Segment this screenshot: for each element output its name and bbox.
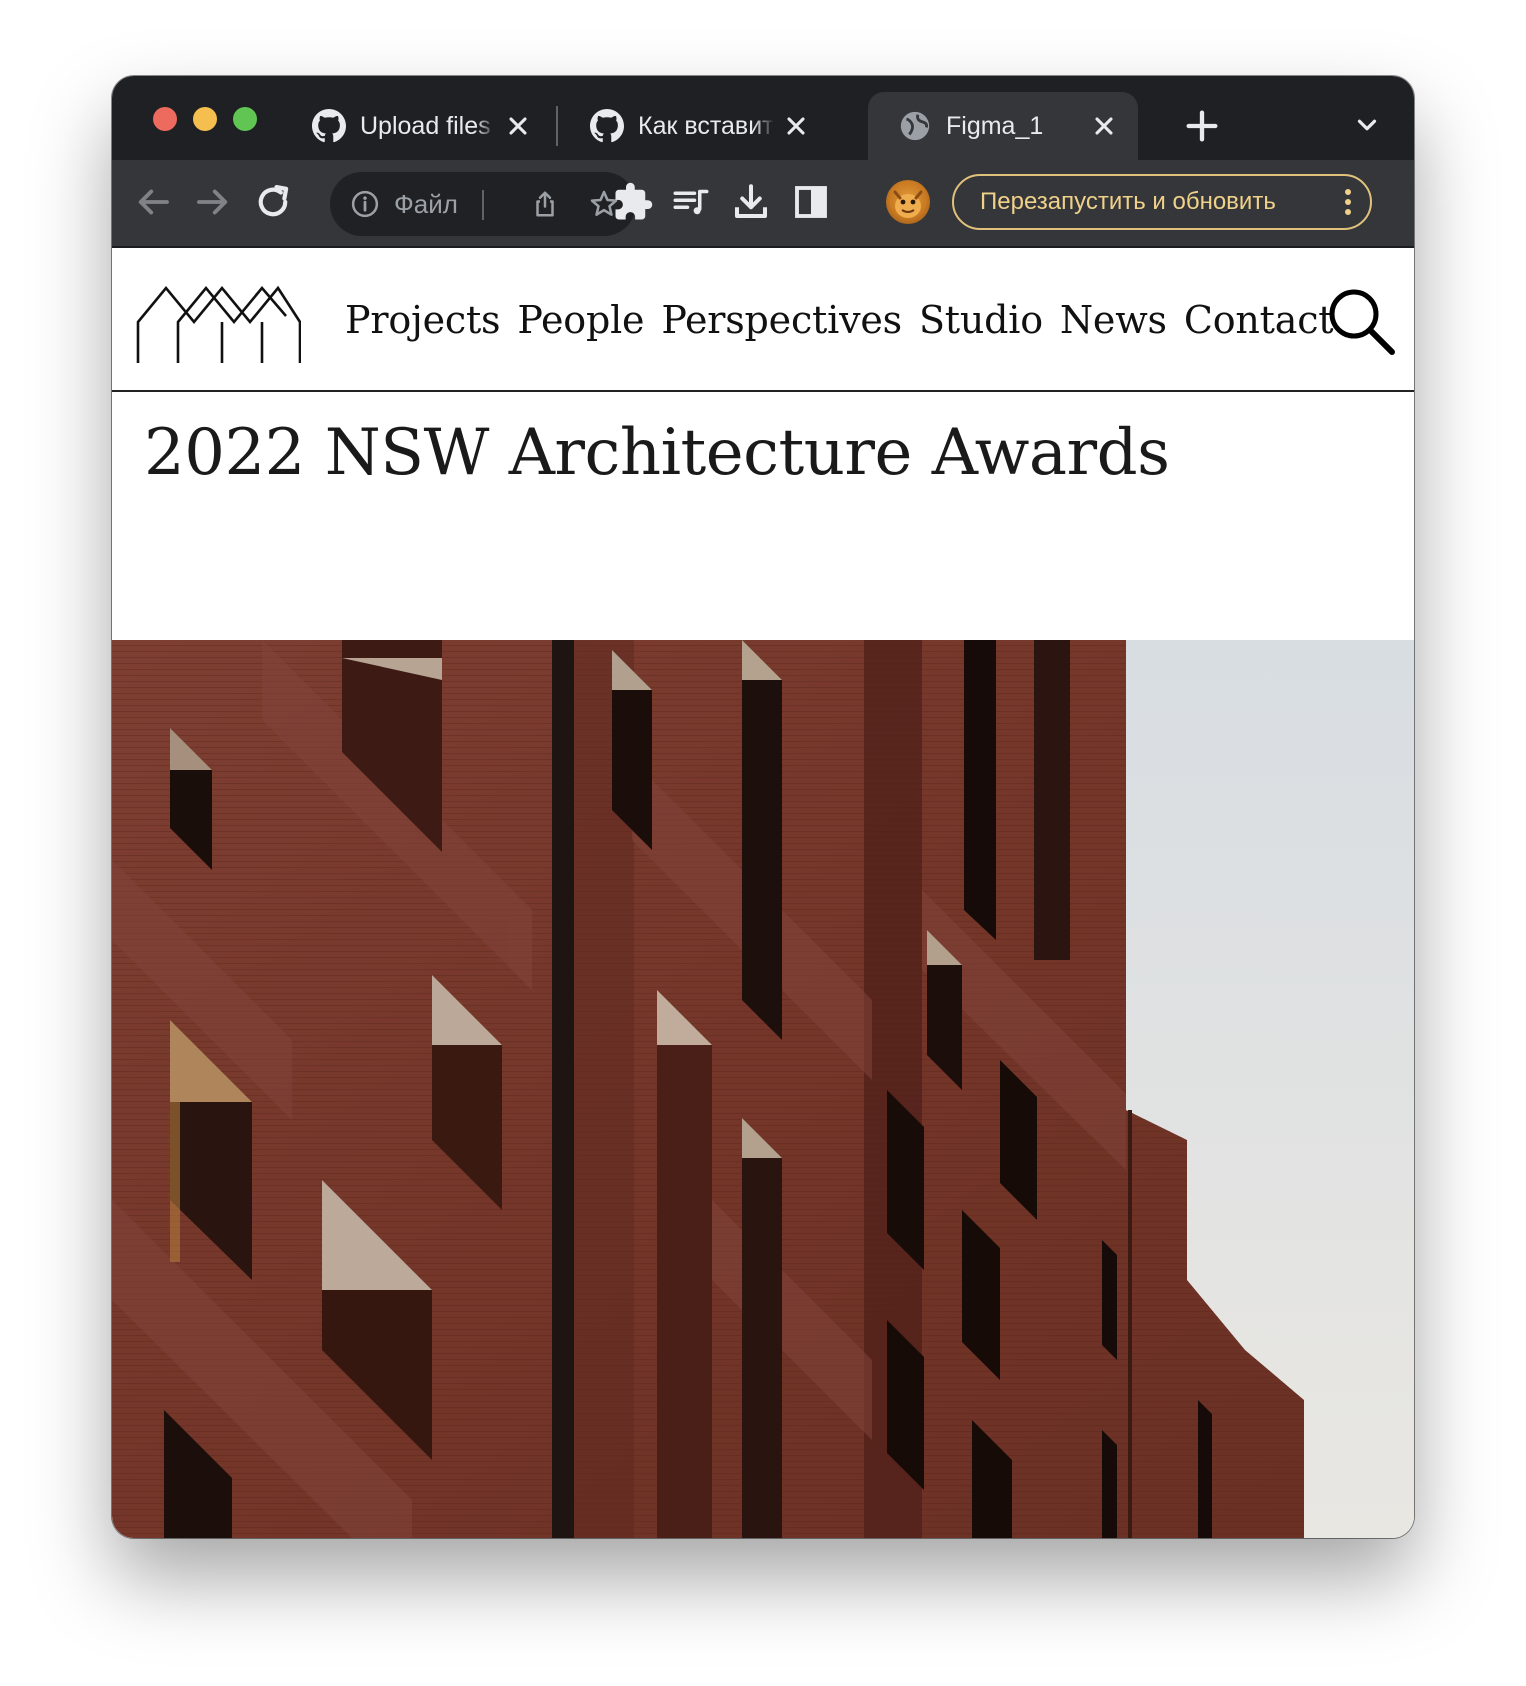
github-icon <box>590 109 624 143</box>
github-icon <box>312 109 346 143</box>
nav-link-studio[interactable]: Studio <box>919 298 1043 342</box>
search-icon[interactable] <box>1326 286 1396 356</box>
update-label: Перезапустить и обновить <box>980 188 1276 215</box>
site-header: Projects People Perspectives Studio News… <box>112 248 1414 392</box>
share-icon[interactable] <box>530 189 560 219</box>
relaunch-update-button[interactable]: Перезапустить и обновить <box>952 174 1372 230</box>
tab-title: Upload files · <box>360 111 496 140</box>
tab-divider <box>556 106 558 146</box>
page-title: 2022 NSW Architecture Awards <box>144 416 1170 490</box>
globe-icon <box>900 111 930 141</box>
web-page: Projects People Perspectives Studio News… <box>112 248 1414 1538</box>
close-tab-icon[interactable] <box>504 112 532 140</box>
tab-upload-files[interactable]: Upload files · <box>282 92 552 160</box>
extensions-puzzle-icon[interactable] <box>612 181 654 223</box>
close-tab-icon[interactable] <box>1090 112 1118 140</box>
browser-window: Upload files · Как вставить изображение … <box>112 76 1414 1538</box>
address-bar[interactable]: Файл <box>330 172 636 236</box>
hero-image <box>112 640 1414 1538</box>
url-text: Файл <box>394 189 458 219</box>
tab-insert-image[interactable]: Как вставить изображение <box>560 92 830 160</box>
back-arrow-icon[interactable] <box>132 181 174 223</box>
avatar-image <box>893 190 923 218</box>
brick-facade-photo <box>112 640 1414 1538</box>
main-navigation: Projects People Perspectives Studio News… <box>345 248 1334 392</box>
nav-link-perspectives[interactable]: Perspectives <box>661 298 902 342</box>
zoom-window-button[interactable] <box>233 107 257 131</box>
minimize-window-button[interactable] <box>193 107 217 131</box>
tab-figma[interactable]: Figma_1 <box>868 92 1138 160</box>
kebab-menu-icon[interactable] <box>1344 188 1352 216</box>
reload-icon[interactable] <box>252 181 294 223</box>
profile-avatar[interactable] <box>886 180 930 224</box>
nav-link-projects[interactable]: Projects <box>345 298 501 342</box>
tab-title: Как вставить изображение <box>638 111 774 140</box>
info-icon[interactable] <box>350 189 380 219</box>
forward-arrow-icon[interactable] <box>192 181 234 223</box>
nav-link-people[interactable]: People <box>517 298 644 342</box>
tab-strip: Upload files · Как вставить изображение … <box>112 76 1414 160</box>
house-roofs-logo[interactable] <box>136 278 301 364</box>
download-icon[interactable] <box>730 181 772 223</box>
close-window-button[interactable] <box>153 107 177 131</box>
reading-list-icon[interactable] <box>670 181 712 223</box>
browser-toolbar: Файл Перезапустить и обновить <box>112 160 1414 248</box>
url-divider <box>482 190 484 220</box>
chevron-down-icon[interactable] <box>1352 110 1382 140</box>
new-tab-icon[interactable] <box>1182 106 1222 146</box>
close-tab-icon[interactable] <box>782 112 810 140</box>
nav-link-news[interactable]: News <box>1060 298 1167 342</box>
side-panel-icon[interactable] <box>790 181 832 223</box>
nav-link-contact[interactable]: Contact <box>1184 298 1334 342</box>
tab-title: Figma_1 <box>946 111 1044 140</box>
